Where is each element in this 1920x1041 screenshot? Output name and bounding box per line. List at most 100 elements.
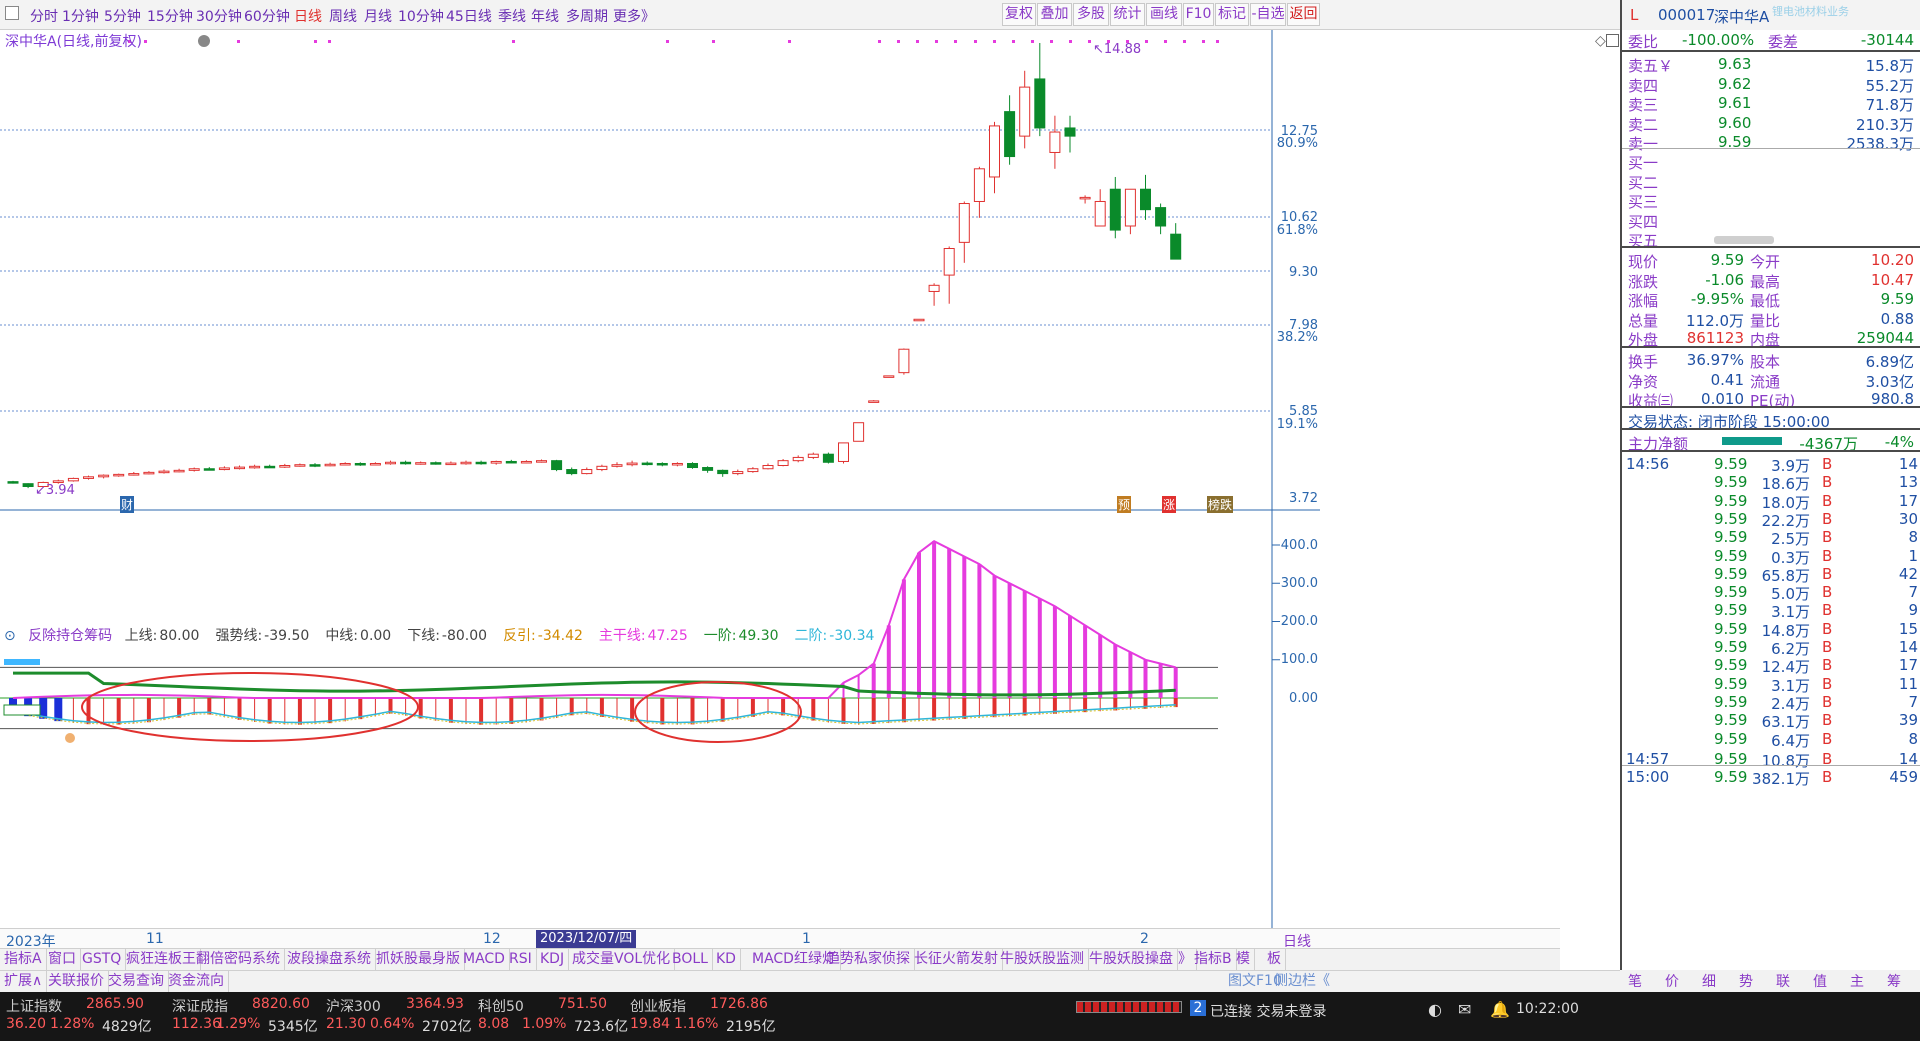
indicator-tab[interactable]: 长征火箭发射 — [910, 949, 1003, 971]
indicator-tab[interactable]: MACD — [459, 949, 510, 971]
indicator-tab[interactable]: 牛股妖股操盘 — [1085, 949, 1178, 971]
indicator-tab[interactable]: 窗口 — [44, 949, 81, 971]
toolbar-button[interactable]: 叠加 — [1037, 3, 1072, 26]
chart-layout-icon[interactable] — [1606, 34, 1619, 47]
candle-body — [566, 469, 578, 475]
indicator-tab[interactable]: 疯狂连板王 — [122, 949, 201, 971]
extension-tab[interactable]: 扩展∧ — [0, 971, 48, 993]
period-tab[interactable]: 30分钟 — [196, 6, 242, 26]
signal-dot — [144, 40, 147, 43]
tick-time: 15:00 — [1626, 768, 1670, 787]
side-tab[interactable]: 主 — [1850, 971, 1864, 991]
connection-status[interactable]: 已连接 交易未登录 — [1210, 1001, 1326, 1021]
side-tab[interactable]: 势 — [1739, 971, 1753, 991]
index-name[interactable]: 深证成指 — [172, 996, 228, 1016]
kline-chart[interactable]: ↖14.88 ↙3.94 — [0, 30, 1620, 1013]
period-tab[interactable]: 45日线 — [446, 6, 492, 26]
period-tab[interactable]: 年线 — [531, 6, 559, 26]
period-tab[interactable]: 分时 — [30, 6, 58, 26]
candle-body — [490, 460, 502, 464]
indicator-tab[interactable]: 抓妖股最身版 — [372, 949, 465, 971]
period-tab[interactable]: 10分钟 — [398, 6, 444, 26]
side-tab[interactable]: 细 — [1702, 971, 1716, 991]
signal-dot — [993, 40, 996, 43]
period-tab[interactable]: 5分钟 — [104, 6, 141, 26]
period-tab[interactable]: 更多》 — [613, 6, 655, 26]
separator — [1622, 450, 1920, 452]
extension-tab[interactable]: 关联报价 — [44, 971, 109, 993]
connection-badge: 2 — [1190, 1000, 1206, 1016]
index-value: 3364.93 — [406, 996, 464, 1012]
side-tab[interactable]: 笔 — [1628, 971, 1642, 991]
toolbar-button[interactable]: 返回 — [1287, 3, 1320, 26]
candle-body — [83, 476, 94, 479]
trading-app: 分时 1分钟 5分钟 15分钟 30分钟 60分钟 日线 周线 月线 10分钟 45日线 季线 年线 多周… — [0, 0, 1920, 1041]
indicator-close-icon[interactable]: ⊙ — [4, 628, 16, 644]
indicator-tab[interactable]: 翻倍密码系统 — [192, 949, 285, 971]
window-icon[interactable] — [5, 6, 19, 20]
toolbar-button[interactable]: 标记 — [1215, 3, 1249, 26]
toolbar-button[interactable]: 画线 — [1146, 3, 1182, 26]
event-marker[interactable]: 预 — [1117, 496, 1132, 513]
indicator-tab[interactable]: 板 — [1263, 949, 1286, 971]
index-name[interactable]: 科创50 — [478, 996, 524, 1016]
period-tab[interactable]: 周线 — [329, 6, 357, 26]
event-marker[interactable]: 榜跌 — [1207, 496, 1234, 513]
toolbar-button[interactable]: 多股 — [1073, 3, 1109, 26]
indicator-tab[interactable]: 趋势私家侦探 — [822, 949, 915, 971]
period-tab[interactable]: 月线 — [364, 6, 392, 26]
tick-price: 9.59 — [1714, 564, 1748, 583]
collapse-handle[interactable] — [1714, 236, 1774, 244]
extension-tab[interactable]: 交易查询 — [104, 971, 169, 993]
indicator-tab[interactable]: 指标A — [0, 949, 47, 971]
side-tab[interactable]: 联 — [1776, 971, 1790, 991]
chevron-down-icon[interactable] — [198, 35, 210, 47]
candle-body — [234, 466, 245, 470]
indicator-tab[interactable]: 成交量VOL优化 — [568, 949, 676, 971]
toolbar-button[interactable]: 统计 — [1110, 3, 1145, 26]
period-tab[interactable]: 15分钟 — [147, 6, 193, 26]
side-tab[interactable]: 值 — [1813, 971, 1827, 991]
bell-icon[interactable]: 🔔 — [1490, 1000, 1510, 1019]
period-tab[interactable]: 多周期 — [566, 6, 608, 26]
chart-settings-icon[interactable]: ◇ — [1595, 33, 1606, 49]
side-tab[interactable]: 筹 — [1887, 971, 1901, 991]
side-tab[interactable]: 价 — [1665, 971, 1679, 991]
toolbar-button[interactable]: -自选 — [1250, 3, 1286, 26]
indicator-tab[interactable]: 指标B — [1190, 949, 1237, 971]
message-icon[interactable]: ✉ — [1458, 1000, 1471, 1019]
indicator-tab[interactable]: KD — [712, 949, 741, 971]
headset-icon[interactable]: ◐ — [1428, 1000, 1442, 1019]
signal-dot — [1145, 40, 1148, 43]
indicator-tab[interactable]: KDJ — [536, 949, 570, 971]
period-tab[interactable]: 日线 — [294, 6, 322, 26]
indicator-tab[interactable]: 波段操盘系统 — [283, 949, 376, 971]
tick-price: 9.59 — [1714, 619, 1748, 638]
indicator-param-label: 反引: — [503, 628, 536, 644]
chart-canvas[interactable]: ↖14.88 ↙3.94 — [0, 30, 1620, 930]
period-tab[interactable]: 60分钟 — [244, 6, 290, 26]
candle-body — [505, 460, 517, 464]
index-name[interactable]: 沪深300 — [326, 996, 381, 1016]
index-name[interactable]: 创业板指 — [630, 996, 686, 1016]
candle-body — [838, 442, 849, 462]
candle-body — [747, 468, 759, 473]
clock: 10:22:00 — [1516, 1001, 1579, 1017]
event-marker[interactable]: 财 — [120, 496, 135, 513]
indicator-tab[interactable]: BOLL — [668, 949, 713, 971]
extension-tab-right[interactable]: 侧边栏《 — [1270, 971, 1334, 993]
toolbar-button[interactable]: 复权 — [1002, 3, 1036, 26]
period-tab[interactable]: 季线 — [498, 6, 526, 26]
stat-value: -1.06 — [1705, 270, 1744, 289]
indicator-tab[interactable]: RSI — [505, 949, 537, 971]
event-marker[interactable]: 涨 — [1162, 496, 1177, 513]
indicator-tab[interactable]: 牛股妖股监测 — [996, 949, 1089, 971]
extension-tab[interactable]: 资金流向 — [164, 971, 229, 993]
indicator-tab[interactable]: 模 — [1232, 949, 1255, 971]
index-change: 36.20 — [6, 1016, 47, 1032]
period-tab[interactable]: 1分钟 — [62, 6, 99, 26]
indicator-tab[interactable]: GSTQ — [78, 949, 127, 971]
index-name[interactable]: 上证指数 — [6, 996, 62, 1016]
indicator-name[interactable]: 反除持仓筹码 — [28, 628, 112, 644]
toolbar-button[interactable]: F10 — [1183, 3, 1214, 26]
